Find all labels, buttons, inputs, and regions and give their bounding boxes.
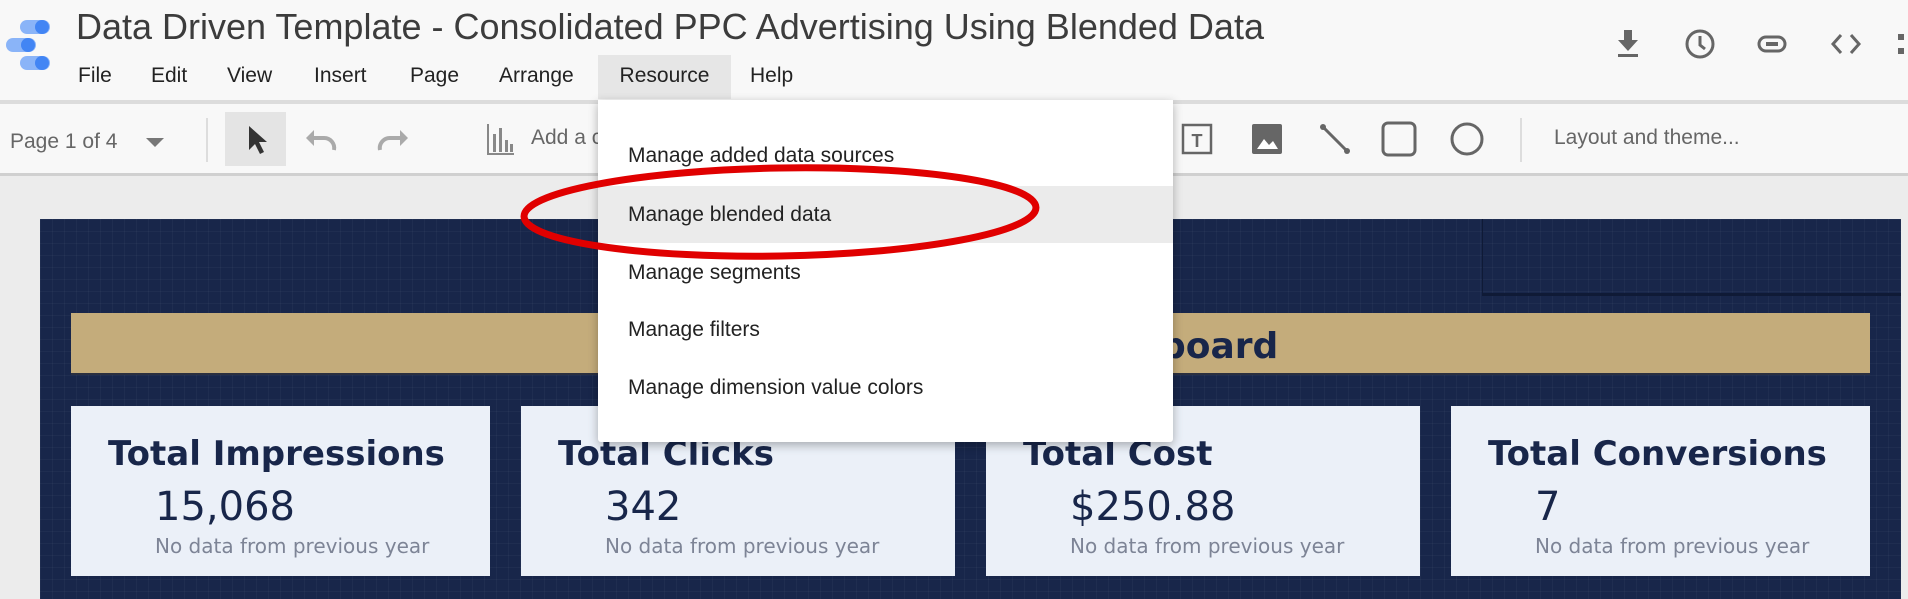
history-icon[interactable] [1684,28,1716,60]
image-icon[interactable] [1250,122,1284,156]
resource-menu-dropdown: Manage added data sources Manage blended… [598,100,1173,442]
menu-item-manage-blended-data[interactable]: Manage blended data [598,186,1173,243]
date-range-panel[interactable] [1482,219,1901,296]
select-icon [249,126,267,154]
scorecard-comparison: No data from previous year [1535,534,1810,558]
download-icon[interactable] [1614,28,1642,60]
scorecard-impressions[interactable]: Total Impressions 15,068 No data from pr… [71,406,490,576]
scorecard-comparison: No data from previous year [605,534,880,558]
embed-icon[interactable] [1830,30,1862,58]
page-selector[interactable]: Page 1 of 4 [10,130,117,154]
redo-icon[interactable] [372,126,412,156]
report-title[interactable]: Data Driven Template - Consolidated PPC … [76,6,1264,48]
scorecard-conversions[interactable]: Total Conversions 7 No data from previou… [1451,406,1870,576]
svg-text:T: T [1192,131,1203,151]
menu-item-manage-data-sources[interactable]: Manage added data sources [598,127,1173,184]
chart-icon[interactable] [486,122,516,156]
page-dropdown-arrow-icon[interactable] [146,138,164,147]
link-icon[interactable] [1756,32,1788,56]
rectangle-icon[interactable] [1380,120,1418,158]
banner-title: board [1160,326,1279,367]
scorecard-value: 15,068 [155,484,295,530]
looker-studio-logo [6,20,50,70]
more-icon[interactable] [1898,30,1908,58]
menu-arrange[interactable]: Arrange [499,62,574,98]
menu-item-manage-filters[interactable]: Manage filters [598,301,1173,358]
menu-edit[interactable]: Edit [151,62,187,98]
menu-help[interactable]: Help [750,62,793,98]
scorecard-value: 342 [605,484,682,530]
scorecard-title: Total Conversions [1488,434,1827,474]
select-tool-button[interactable] [225,112,286,166]
scorecard-value: $250.88 [1070,484,1236,530]
scorecard-value: 7 [1535,484,1561,530]
scorecard-title: Total Impressions [108,434,445,474]
menu-insert[interactable]: Insert [314,62,367,98]
menu-file[interactable]: File [78,62,112,98]
undo-icon[interactable] [302,126,342,156]
scorecard-comparison: No data from previous year [155,534,430,558]
menu-item-manage-segments[interactable]: Manage segments [598,244,1173,301]
toolbar-divider [206,118,208,162]
toolbar-divider [1520,118,1522,162]
menu-item-manage-dimension-value-colors[interactable]: Manage dimension value colors [598,359,1173,416]
scorecard-comparison: No data from previous year [1070,534,1345,558]
circle-icon[interactable] [1448,120,1486,158]
text-box-icon[interactable]: T [1180,122,1214,156]
menu-page[interactable]: Page [410,62,459,98]
add-chart-button[interactable]: Add a c [531,126,602,150]
menu-resource[interactable]: Resource [598,55,731,99]
layout-and-theme-button[interactable]: Layout and theme... [1554,126,1740,150]
menu-view[interactable]: View [227,62,272,98]
line-icon[interactable] [1318,122,1352,156]
